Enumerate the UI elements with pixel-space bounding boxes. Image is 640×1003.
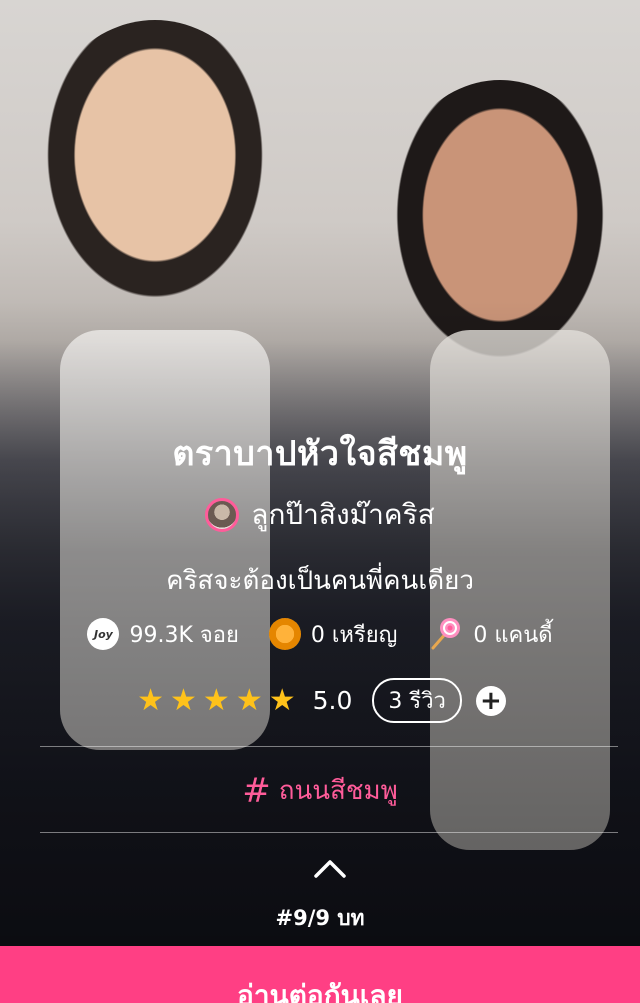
- candy-stat: 0 แคนดี้: [427, 616, 553, 652]
- story-subtitle: คริสจะต้องเป็นคนพี่คนเดียว: [166, 566, 474, 596]
- star-icon: ★: [170, 682, 197, 718]
- joy-icon: Joy: [87, 618, 120, 650]
- hash-icon: #: [242, 770, 271, 811]
- stats-row: Joy 99.3K จอย 0 เหรียญ 0 แคนดี้: [0, 616, 640, 652]
- tag-label[interactable]: ถนนสีชมพู: [279, 770, 398, 811]
- joy-count: 99.3K จอย: [129, 622, 239, 648]
- rating-score: 5.0: [312, 686, 353, 715]
- add-review-button[interactable]: +: [475, 685, 506, 716]
- star-icon: ★: [137, 682, 164, 718]
- read-continue-button[interactable]: อ่านต่อกันเลย: [0, 946, 640, 1003]
- coin-count: 0 เหรียญ: [310, 622, 398, 648]
- coin-icon: [268, 618, 301, 650]
- rating-row: ★ ★ ★ ★ ★ 5.0 3 รีวิว +: [0, 678, 640, 723]
- coin-stat: 0 เหรียญ: [268, 617, 398, 652]
- reviews-button[interactable]: 3 รีวิว: [372, 678, 462, 723]
- divider: [40, 832, 618, 833]
- author-row[interactable]: ลูกป๊าสิงม๊าคริส: [0, 493, 640, 537]
- chapter-indicator: #9/9 บท: [275, 906, 365, 930]
- author-name[interactable]: ลูกป๊าสิงม๊าคริส: [251, 493, 434, 537]
- star-icon: ★: [268, 682, 296, 718]
- divider: [40, 746, 618, 747]
- tag-link[interactable]: # ถนนสีชมพู: [0, 770, 640, 811]
- star-icon: ★: [235, 682, 263, 718]
- star-icon: ★: [202, 682, 230, 718]
- candy-icon: [431, 618, 461, 650]
- chevron-up-icon[interactable]: [310, 856, 350, 880]
- story-title: ตราบาปหัวใจสีชมพู: [172, 434, 468, 474]
- joy-stat: Joy 99.3K จอย: [87, 617, 239, 652]
- candy-count: 0 แคนดี้: [473, 622, 553, 648]
- author-avatar[interactable]: [205, 498, 240, 532]
